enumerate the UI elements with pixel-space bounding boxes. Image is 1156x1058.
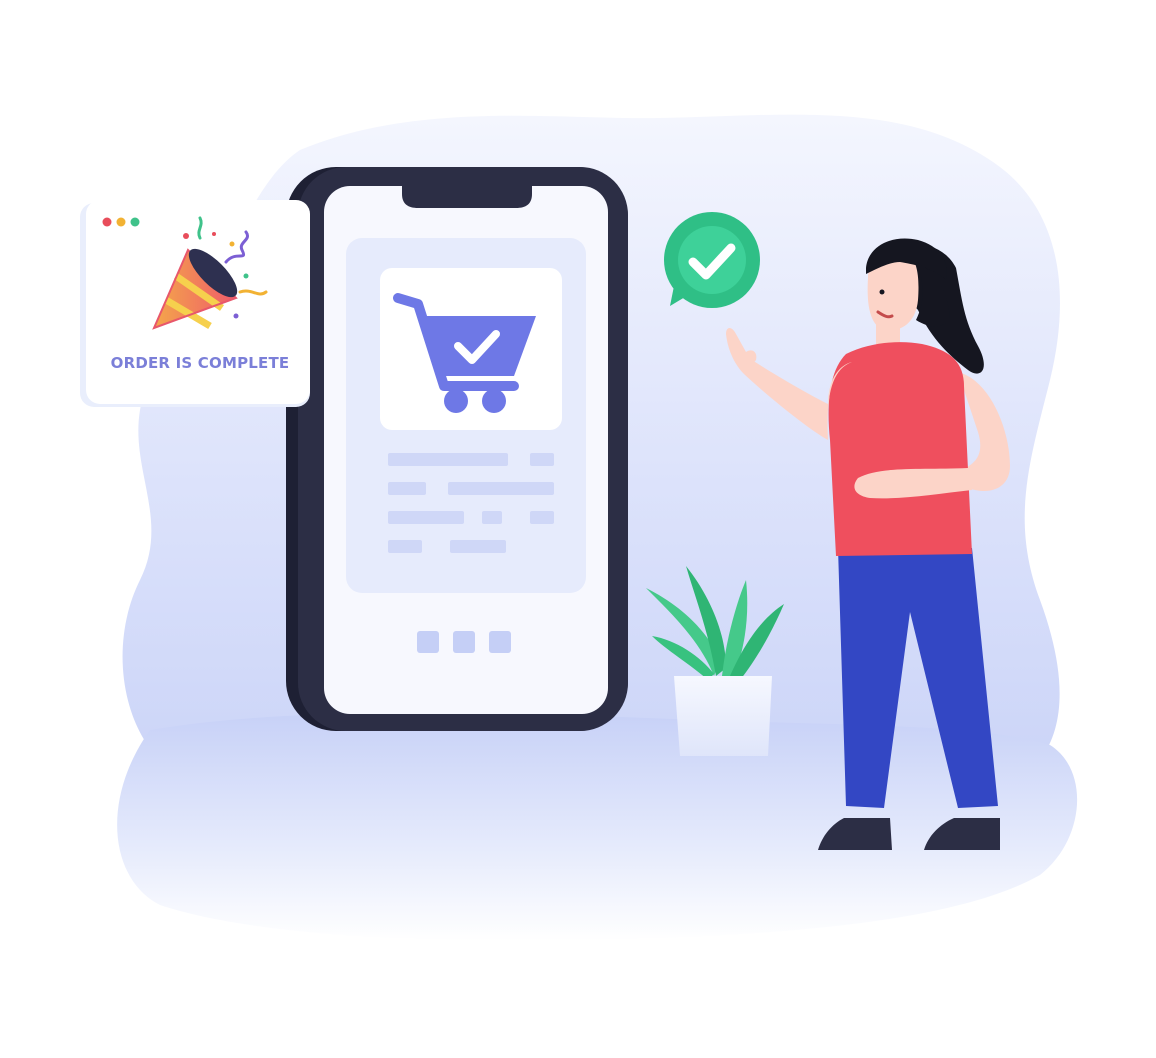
smartphone [286,167,628,731]
window-dot-red [102,217,112,227]
order-complete-card: ORDER IS COMPLETE [80,200,310,407]
phone-notch [402,186,532,208]
success-checkmark-bubble [664,212,760,308]
floor-shadow [117,712,1078,941]
window-dot-green [130,217,140,227]
window-dot-yellow [116,217,126,227]
order-complete-illustration: ORDER IS COMPLETE [80,114,1078,941]
plant-pot [674,676,772,756]
checkmark-icon [678,226,746,294]
order-complete-label: ORDER IS COMPLETE [111,354,290,372]
pagination-dots [417,631,511,653]
